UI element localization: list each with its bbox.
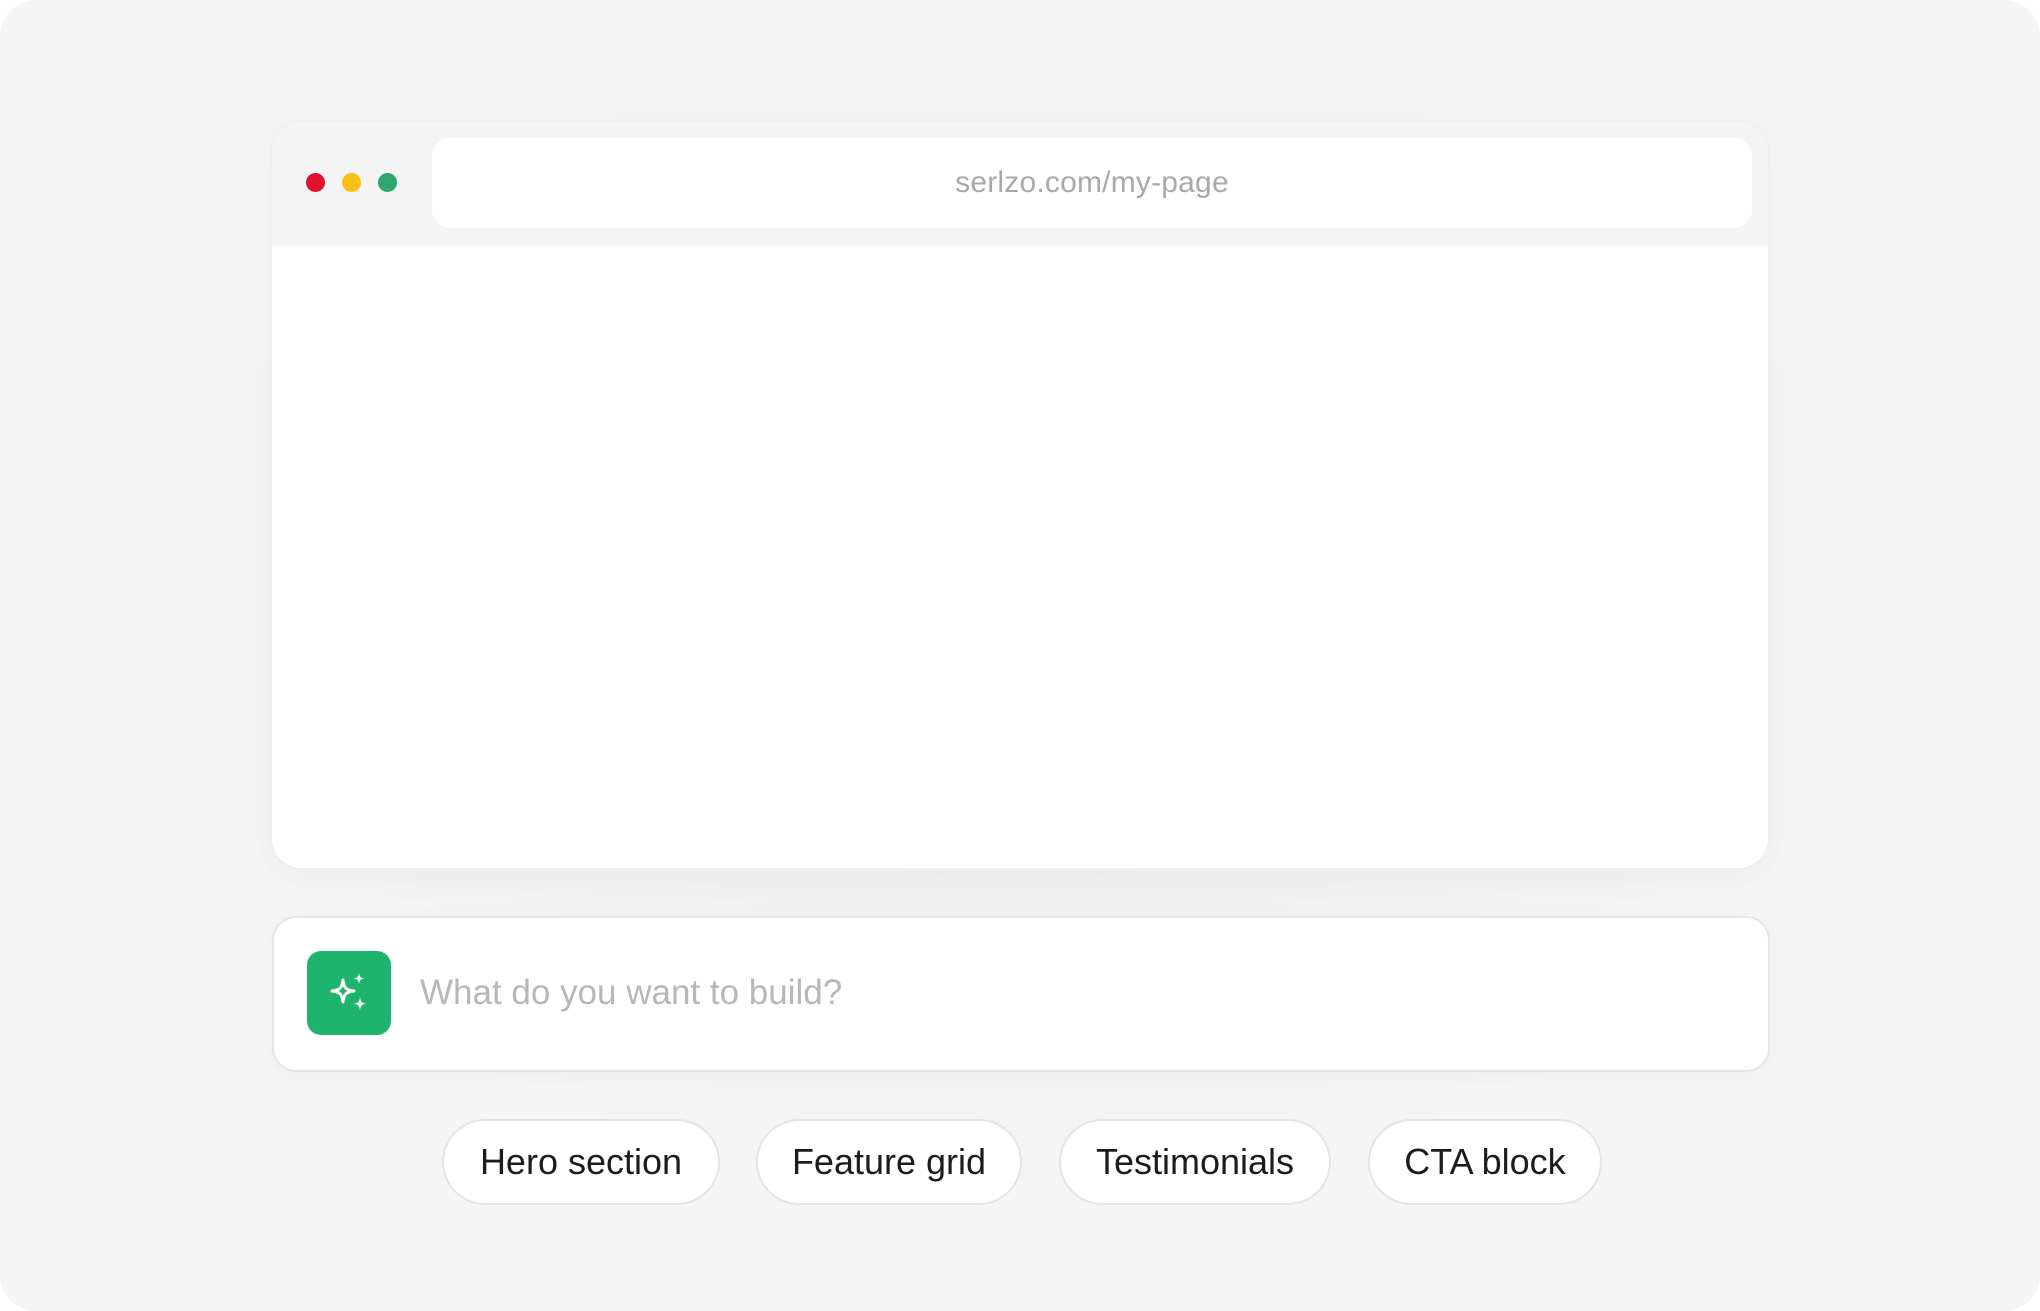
chip-label: Testimonials	[1095, 1141, 1295, 1182]
suggestion-chip-feature-grid[interactable]: Feature grid	[756, 1119, 1022, 1205]
page-preview-area	[272, 246, 1768, 868]
prompt-box	[272, 916, 1770, 1072]
chip-label: Feature grid	[791, 1141, 987, 1182]
address-bar-url: serlzo.com/my-page	[955, 166, 1229, 199]
chip-label: CTA block	[1404, 1141, 1566, 1182]
minimize-window-dot[interactable]	[342, 173, 361, 192]
chip-label: Hero section	[479, 1141, 683, 1182]
app-canvas: serlzo.com/my-page Hero section Feature …	[0, 0, 2040, 1311]
suggestion-chip-cta-block[interactable]: CTA block	[1368, 1119, 1602, 1205]
prompt-input[interactable]	[420, 958, 1720, 1028]
suggestion-chips: Hero section Feature grid Testimonials C…	[0, 1119, 2040, 1209]
ai-generate-button[interactable]	[307, 951, 391, 1035]
address-bar[interactable]: serlzo.com/my-page	[432, 138, 1752, 228]
close-window-dot[interactable]	[306, 173, 325, 192]
suggestion-chip-testimonials[interactable]: Testimonials	[1059, 1119, 1331, 1205]
maximize-window-dot[interactable]	[378, 173, 397, 192]
browser-preview-window: serlzo.com/my-page	[272, 122, 1768, 868]
browser-toolbar: serlzo.com/my-page	[272, 122, 1768, 246]
sparkles-icon	[330, 973, 367, 1011]
suggestion-chip-hero-section[interactable]: Hero section	[442, 1119, 720, 1205]
